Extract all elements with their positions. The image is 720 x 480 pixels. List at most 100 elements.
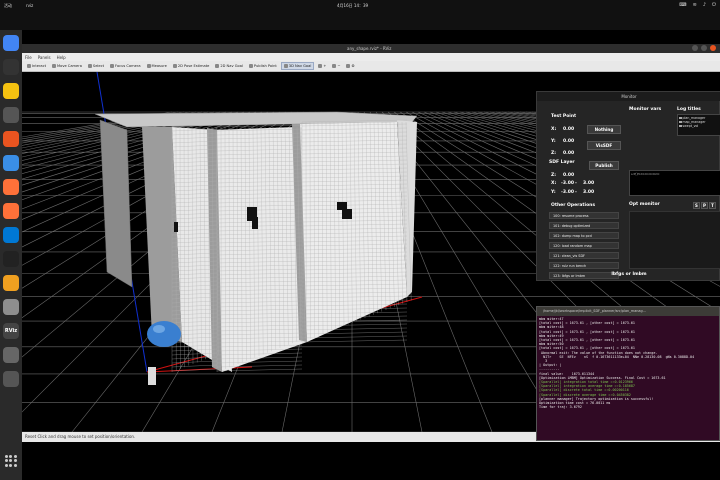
- test-z-value[interactable]: 0.00: [563, 151, 574, 156]
- other-ops-title: Other Operations: [551, 203, 596, 208]
- sdf-layer-title: SDF Layer: [549, 160, 575, 165]
- chrome-icon[interactable]: [3, 35, 19, 51]
- robot-ellipsoid: [147, 321, 181, 347]
- help-icon[interactable]: [3, 155, 19, 171]
- app-menu[interactable]: rviz: [26, 3, 33, 8]
- gzclient-icon[interactable]: [3, 275, 19, 291]
- test-x-label: X:: [551, 127, 557, 132]
- terminal-line: NITr SE NFEv nS f 0.1673611133e+04 NNe 0…: [539, 354, 695, 359]
- system-tray[interactable]: ⌨ ≋ ♪ ⏻: [679, 2, 716, 8]
- goal-icon: [215, 64, 220, 68]
- monitor-vars-title: Monitor vars: [629, 107, 662, 112]
- window-title: any_shape.rviz* - RViz: [347, 46, 392, 51]
- hand-icon: [27, 64, 31, 68]
- close-button[interactable]: [710, 45, 716, 51]
- menu-panels[interactable]: Panels: [38, 55, 51, 60]
- toolbar-measure-button[interactable]: Measure: [145, 63, 169, 69]
- toolbar-select-button[interactable]: Select: [86, 63, 106, 69]
- clock[interactable]: 4月16日 14：39: [337, 3, 368, 9]
- vscode-icon[interactable]: [3, 227, 19, 243]
- test-y-label: Y:: [551, 139, 556, 144]
- operation-item[interactable]: 122: rulz run bench: [549, 262, 619, 269]
- toolbar-goal-button[interactable]: 2D Nav Goal: [213, 63, 245, 69]
- sdf-z-value[interactable]: 0.00: [563, 173, 574, 178]
- opt-s-button[interactable]: S: [693, 202, 700, 209]
- operation-item[interactable]: 120: load random map: [549, 242, 619, 249]
- toolbar-add-button[interactable]: +: [316, 63, 328, 69]
- operation-item[interactable]: 121: clean_vis SDF: [549, 252, 619, 259]
- toolbar-point-button[interactable]: Publish Point: [247, 63, 279, 69]
- monitor-title: Monitor: [537, 92, 720, 101]
- software-icon[interactable]: [3, 131, 19, 147]
- toolbar-goal3d-button[interactable]: 3D Nav Goal: [280, 62, 315, 70]
- window-titlebar[interactable]: any_shape.rviz* - RViz: [22, 44, 720, 53]
- publish-button[interactable]: Publish: [589, 161, 619, 170]
- terminal-window[interactable]: /home/jkl/workspace/implicit_SDF_planner…: [536, 306, 720, 441]
- firefox2-icon[interactable]: [3, 203, 19, 219]
- toolbar-label: Focus Camera: [115, 64, 141, 68]
- toolbar-camera-button[interactable]: Move Camera: [50, 63, 84, 69]
- sdf-y-to[interactable]: 3.00: [583, 190, 594, 195]
- terminal-icon[interactable]: [3, 59, 19, 75]
- files2-icon[interactable]: [3, 371, 19, 387]
- toolbar-label: Interact: [32, 64, 47, 68]
- terminal2-icon[interactable]: [3, 251, 19, 267]
- maximize-button[interactable]: [701, 45, 707, 51]
- menu-file[interactable]: File: [25, 55, 32, 60]
- rhythmbox-icon[interactable]: [3, 83, 19, 99]
- operation-item[interactable]: 100: resume process: [549, 212, 619, 219]
- menubar: File Panels Help: [22, 53, 720, 61]
- firefox-icon[interactable]: [3, 179, 19, 195]
- rviz-icon[interactable]: RViz: [3, 323, 19, 339]
- activities-button[interactable]: 活动: [4, 3, 12, 9]
- toolbar-label: Move Camera: [57, 64, 82, 68]
- menu-help[interactable]: Help: [57, 55, 66, 60]
- test-x-value[interactable]: 0.00: [563, 127, 574, 132]
- terminal-title[interactable]: /home/jkl/workspace/implicit_SDF_planner…: [537, 307, 719, 316]
- sdf-y-from[interactable]: -3.00: [561, 190, 574, 195]
- ubuntu-top-bar: 活动 rviz 4月16日 14：39 ⌨ ≋ ♪ ⏻: [0, 0, 720, 30]
- log-title-item[interactable]: swept_vol: [679, 124, 719, 128]
- power-icon[interactable]: ⏻: [712, 2, 716, 8]
- desktop: 活动 rviz 4月16日 14：39 ⌨ ≋ ♪ ⏻ RViz any_sha…: [0, 0, 720, 480]
- test-y-value[interactable]: 0.00: [563, 139, 574, 144]
- toolbar-label: 2D Pose Estimate: [177, 64, 210, 68]
- opt-p-button[interactable]: P: [701, 202, 708, 209]
- sdf-y-label: Y:: [551, 190, 556, 195]
- opt-t-button[interactable]: T: [709, 202, 716, 209]
- toolbar-remove-button[interactable]: −: [330, 63, 342, 69]
- test-z-label: Z:: [551, 151, 557, 156]
- files-icon[interactable]: [3, 107, 19, 123]
- log-titles-list[interactable]: plan_manager map_manager swept_vol: [677, 114, 720, 136]
- sdf-x-from[interactable]: -3.00: [561, 181, 574, 186]
- monitor-panel: Monitor Test Point X: 0.00 Y: 0.00 Z: 0.…: [536, 91, 720, 281]
- nothing-button[interactable]: Nothing: [587, 125, 621, 134]
- sdf-z-label: Z:: [551, 173, 557, 178]
- toolbar-hand-button[interactable]: Interact: [25, 63, 48, 69]
- toolbar-gear-button[interactable]: ⚙: [344, 63, 356, 69]
- toolbar-label: ⚙: [351, 64, 355, 68]
- vissdf-button[interactable]: VisSDF: [587, 141, 621, 150]
- wifi-icon[interactable]: ≋: [693, 2, 697, 8]
- wall-2-face: [212, 127, 307, 372]
- language-icon[interactable]: ⌨: [679, 2, 686, 8]
- focus-icon: [110, 64, 115, 68]
- sdf-x-sep: -: [575, 181, 577, 186]
- minimize-button[interactable]: [692, 45, 698, 51]
- show-apps-icon[interactable]: [5, 455, 17, 467]
- pose-icon: [172, 64, 177, 68]
- measure-icon: [146, 64, 151, 68]
- toolbar-pose-button[interactable]: 2D Pose Estimate: [171, 63, 212, 69]
- terminal-output: mbm miter:47 [total cost] = 1673.61 , [ot…: [537, 316, 719, 441]
- settings-icon[interactable]: [3, 299, 19, 315]
- start-marker: [148, 367, 156, 385]
- monitor-text-area[interactable]: sdf f0d0d0d0d0d0: [629, 170, 720, 196]
- operation-item[interactable]: 102: dump map to pcd: [549, 232, 619, 239]
- trash-icon[interactable]: [3, 347, 19, 363]
- operation-item[interactable]: 101: debug optimized: [549, 222, 619, 229]
- toolbar-focus-button[interactable]: Focus Camera: [108, 63, 143, 69]
- sdf-x-to[interactable]: 3.00: [583, 181, 594, 186]
- volume-icon[interactable]: ♪: [703, 2, 706, 8]
- remove-icon: [332, 64, 337, 68]
- opt-monitor-area: [629, 211, 720, 269]
